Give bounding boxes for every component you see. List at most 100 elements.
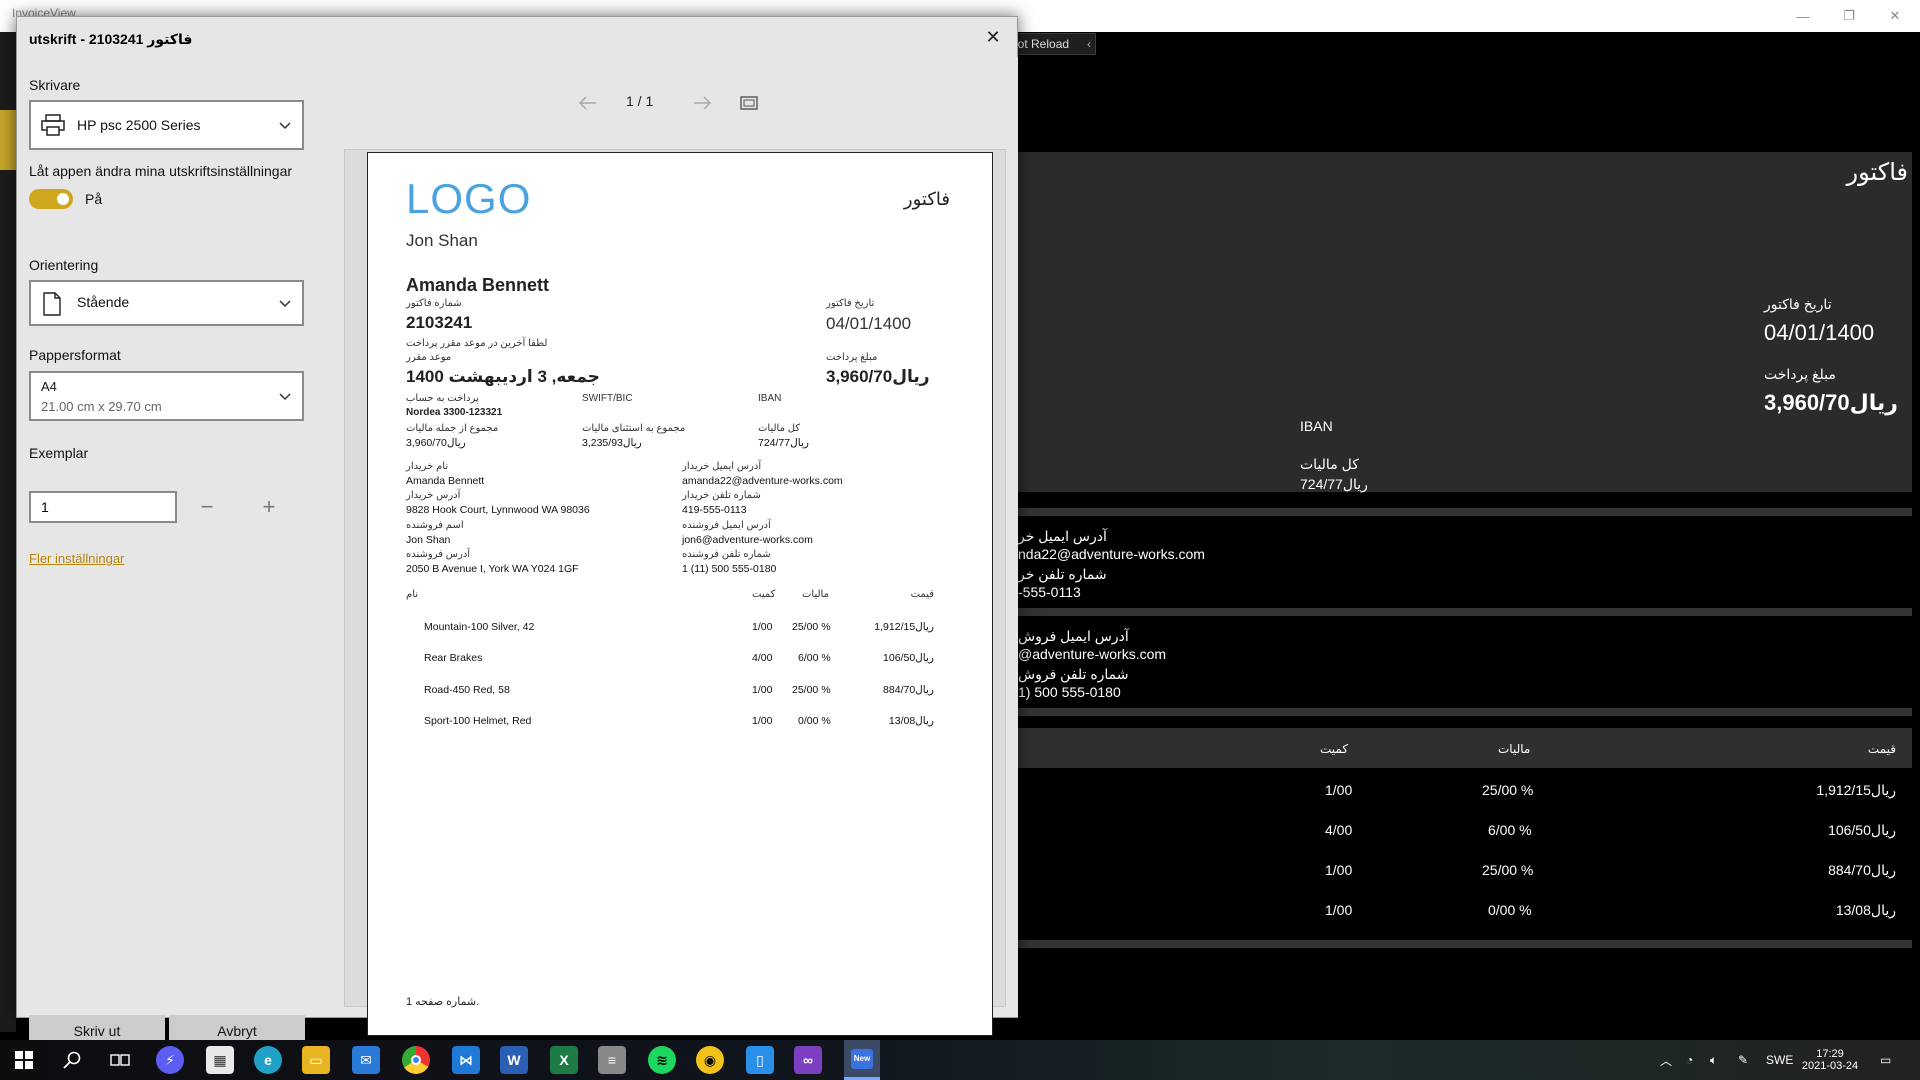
app-icon[interactable]: ◉ bbox=[696, 1046, 724, 1074]
hot-reload-button[interactable]: lot Reload ‹ bbox=[1008, 33, 1096, 55]
divider bbox=[1010, 508, 1912, 516]
chevron-down-icon bbox=[279, 122, 291, 130]
invoice-number-label: شماره فاکتور bbox=[406, 298, 462, 309]
preview-frame: LOGO Jon Shan فاکتور Amanda Bennett شمار… bbox=[344, 149, 1006, 1036]
clock-date: 2021-03-24 bbox=[1801, 1060, 1859, 1072]
edge-icon[interactable]: e bbox=[254, 1046, 282, 1074]
seller-address-label: آدرس فروشنده bbox=[406, 549, 471, 560]
print-dialog: utskrift - 2103241 فاکتور ✕ Skrivare HP … bbox=[16, 16, 1018, 1047]
mail-icon[interactable]: ✉ bbox=[352, 1046, 380, 1074]
decrease-copies-button[interactable]: − bbox=[187, 491, 227, 523]
paper-format-select[interactable]: A4 21.00 cm x 29.70 cm bbox=[29, 371, 304, 421]
print-settings-pane: Skrivare HP psc 2500 Series Låt appen än… bbox=[17, 57, 327, 1047]
iban-label: IBAN bbox=[758, 393, 782, 404]
invoice-number: 2103241 bbox=[406, 313, 473, 332]
task-view-icon[interactable] bbox=[106, 1046, 134, 1074]
page-indicator: 1 / 1 bbox=[626, 93, 654, 109]
company-logo: LOGO bbox=[406, 175, 532, 222]
due-date-label: موعد مقرر bbox=[406, 352, 452, 363]
spotify-icon[interactable]: ≋ bbox=[648, 1046, 676, 1074]
chevron-down-icon bbox=[279, 393, 291, 401]
customer-name: Amanda Bennett bbox=[406, 275, 550, 295]
search-icon[interactable] bbox=[58, 1046, 86, 1074]
total-tax-value: 724/77ریال bbox=[1300, 476, 1368, 492]
excel-icon[interactable]: X bbox=[550, 1046, 578, 1074]
iban-label: IBAN bbox=[1300, 418, 1333, 434]
chevron-down-icon bbox=[279, 300, 291, 308]
messenger-icon[interactable]: ⚡ bbox=[156, 1046, 184, 1074]
vscode-icon[interactable]: ⋈ bbox=[452, 1046, 480, 1074]
seller-name-label: اسم فروشنده bbox=[406, 520, 464, 531]
invoice-app-icon[interactable]: New bbox=[844, 1040, 880, 1080]
page-portrait-icon bbox=[43, 292, 61, 316]
account-number: Nordea 3300-123321 bbox=[406, 407, 503, 418]
orientation-value: Stående bbox=[77, 294, 130, 310]
seller-phone: 1 (11) 500 555-0180 bbox=[682, 563, 777, 575]
amount-label: مبلغ پرداخت bbox=[826, 352, 878, 363]
items-table-header bbox=[1010, 728, 1912, 768]
close-icon[interactable]: ✕ bbox=[979, 23, 1007, 51]
taskbar: ⚡ ▦ e ▭ ✉ ⋈ W X ≡ ≋ ◉ ▯ ∞ New ︿ ◔ 🔈︎ ✎ S… bbox=[0, 1040, 1920, 1080]
show-hidden-icons[interactable]: ︿ bbox=[1660, 1040, 1672, 1080]
device-icon[interactable]: ▯ bbox=[746, 1046, 774, 1074]
minimize-button[interactable]: — bbox=[1780, 0, 1826, 32]
invoice-date-label: تاریخ فاکتور bbox=[826, 298, 875, 309]
store-icon[interactable]: ▦ bbox=[206, 1046, 234, 1074]
preview-navigation: 1 / 1 bbox=[330, 91, 1018, 115]
amount-label: مبلغ پرداخت bbox=[1764, 366, 1836, 382]
pen-icon[interactable]: ✎ bbox=[1738, 1040, 1748, 1080]
orientation-select[interactable]: Stående bbox=[29, 280, 304, 326]
word-icon[interactable]: W bbox=[500, 1046, 528, 1074]
invoice-date-value: 04/01/1400 bbox=[1764, 320, 1875, 345]
page-heading: فاکتور bbox=[903, 189, 950, 209]
windows-start-icon[interactable] bbox=[10, 1046, 38, 1074]
pay-to-label: پرداخت به حساب bbox=[406, 393, 479, 404]
total-tax-label: کل مالیات bbox=[1300, 456, 1359, 472]
paper-format-value: A4 bbox=[41, 379, 57, 394]
seller-email-value: @adventure-works.com bbox=[1018, 646, 1167, 662]
copies-label: Exemplar bbox=[29, 445, 89, 461]
arrow-left-icon[interactable] bbox=[578, 95, 598, 111]
app-settings-toggle[interactable] bbox=[29, 189, 73, 209]
close-button[interactable]: ✕ bbox=[1872, 0, 1918, 32]
seller-name-top: Jon Shan bbox=[406, 231, 478, 250]
buyer-address-label: آدرس خریدار bbox=[406, 490, 461, 501]
page-footer: شماره صفحه 1. bbox=[406, 996, 480, 1008]
buyer-phone-label: شماره تلفن خریدار bbox=[682, 490, 761, 501]
clock[interactable]: 17:29 2021-03-24 bbox=[1800, 1040, 1860, 1080]
buyer-email: amanda22@adventure-works.com bbox=[682, 475, 843, 487]
invoice-date: 04/01/1400 bbox=[826, 314, 912, 333]
fit-page-icon[interactable] bbox=[740, 95, 758, 111]
arrow-right-icon[interactable] bbox=[692, 95, 712, 111]
increase-copies-button[interactable]: + bbox=[249, 491, 289, 523]
col-qty-header: کمیت bbox=[752, 589, 776, 600]
toggle-state-label: På bbox=[85, 191, 103, 207]
subtotal-value: 3,960/70ریال bbox=[406, 437, 466, 449]
print-preview-area: 1 / 1 LOGO Jon Shan فاکتور Amanda Bennet… bbox=[330, 57, 1018, 1036]
excl-tax-label: مجموع به استثنای مالیات bbox=[582, 423, 686, 434]
seller-phone-value: 1) 500 555-0180 bbox=[1018, 684, 1121, 700]
col-tax-header: مالیات bbox=[802, 589, 829, 600]
buyer-phone: 419-555-0113 bbox=[682, 504, 747, 516]
more-settings-link[interactable]: Fler inställningar bbox=[29, 551, 124, 566]
buyer-address: 9828 Hook Court, Lynnwood WA 98036 bbox=[406, 504, 590, 516]
chrome-icon[interactable] bbox=[402, 1046, 430, 1074]
language-indicator[interactable]: SWE bbox=[1766, 1040, 1793, 1080]
printer-select[interactable]: HP psc 2500 Series bbox=[29, 100, 304, 150]
col-tax-header: مالیات bbox=[1498, 742, 1531, 756]
buyer-email-value: nda22@adventure-works.com bbox=[1018, 546, 1205, 562]
file-explorer-icon[interactable]: ▭ bbox=[302, 1046, 330, 1074]
notifications-icon[interactable]: ▭ bbox=[1880, 1040, 1891, 1080]
buyer-phone-label: شماره تلفن خر bbox=[1018, 566, 1107, 582]
copies-input[interactable] bbox=[29, 491, 177, 523]
buyer-name-label: نام خریدار bbox=[406, 461, 449, 472]
network-icon[interactable]: ◔ bbox=[1686, 1040, 1693, 1080]
due-date: جمعه, 3 اردیبهشت 1400 bbox=[406, 367, 600, 386]
total-tax-value: 724/77ریال bbox=[758, 437, 809, 449]
buyer-email-label: آدرس ایمیل خر bbox=[1018, 528, 1107, 544]
restore-button[interactable]: ❐ bbox=[1826, 0, 1872, 32]
preview-page: LOGO Jon Shan فاکتور Amanda Bennett شمار… bbox=[367, 152, 993, 1036]
volume-icon[interactable]: 🔈︎ bbox=[1710, 1040, 1717, 1080]
database-icon[interactable]: ≡ bbox=[598, 1046, 626, 1074]
visual-studio-icon[interactable]: ∞ bbox=[794, 1046, 822, 1074]
